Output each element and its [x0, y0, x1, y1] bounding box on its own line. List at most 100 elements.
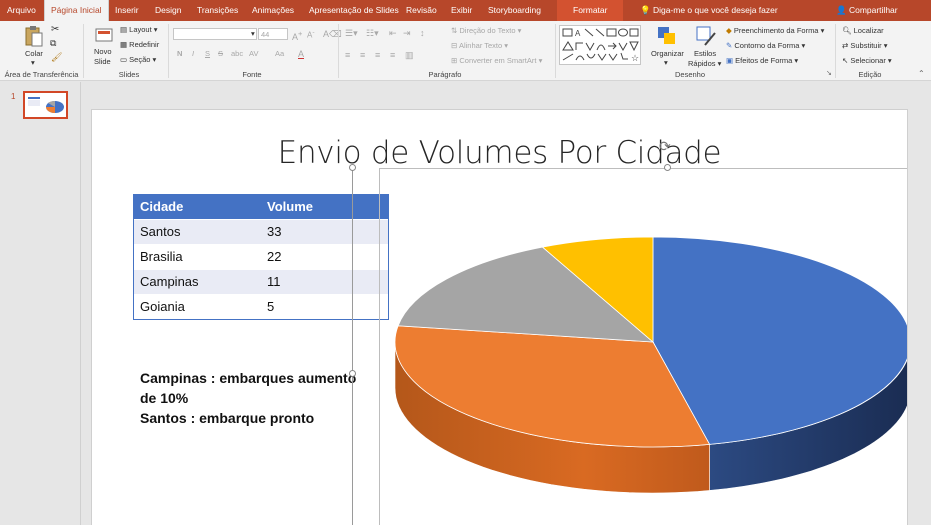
- slide-thumbnail-pane: [0, 82, 80, 525]
- shadow-button[interactable]: abc: [231, 49, 243, 58]
- font-name-input[interactable]: [173, 28, 257, 40]
- tab-inserir[interactable]: Inserir: [115, 0, 139, 21]
- layout-button[interactable]: ▤ Layout ▾: [120, 25, 158, 34]
- align-left-icon[interactable]: ≡: [345, 50, 350, 60]
- align-right-icon[interactable]: ≡: [375, 50, 380, 60]
- paste-button[interactable]: [24, 25, 44, 47]
- bullets-icon[interactable]: ☰▾: [345, 28, 358, 39]
- effects-icon: ▣: [726, 56, 736, 65]
- bold-button[interactable]: N: [177, 49, 182, 58]
- copy-icon[interactable]: ⧉: [50, 38, 56, 49]
- table-cell[interactable]: Brasilia: [134, 243, 261, 269]
- group-separator: [168, 24, 169, 78]
- table-header-row: Cidade Volume: [134, 195, 388, 219]
- slide-title[interactable]: Envio de Volumes Por Cidade: [92, 135, 907, 171]
- tab-exibir[interactable]: Exibir: [451, 0, 472, 21]
- table-header-cidade[interactable]: Cidade: [134, 195, 261, 219]
- reset-icon: ▦: [120, 40, 130, 49]
- reset-button[interactable]: ▦ Redefinir: [120, 40, 159, 49]
- notes-textbox[interactable]: Campinas : embarques aumento de 10% Sant…: [140, 368, 356, 428]
- table-cell[interactable]: 22: [261, 243, 388, 269]
- resize-handle[interactable]: [349, 164, 356, 171]
- shape-outline-button[interactable]: ✎ Contorno da Forma ▾: [726, 41, 805, 50]
- group-separator: [555, 24, 556, 78]
- rotate-handle-icon[interactable]: ⟳: [659, 138, 671, 155]
- line-spacing-icon[interactable]: ↕: [420, 28, 425, 38]
- chevron-down-icon[interactable]: ▾: [31, 58, 35, 67]
- align-text-icon: ⊟: [451, 41, 459, 50]
- table-cell[interactable]: Campinas: [134, 268, 261, 294]
- pane-divider[interactable]: [80, 82, 81, 525]
- numbering-icon[interactable]: ☷▾: [366, 28, 379, 39]
- justify-icon[interactable]: ≡: [390, 50, 395, 60]
- new-slide-button[interactable]: [94, 25, 114, 45]
- font-color-button[interactable]: A: [298, 49, 304, 59]
- tab-arquivo[interactable]: Arquivo: [7, 0, 36, 21]
- quick-styles-button[interactable]: [695, 25, 717, 47]
- change-case-button[interactable]: Aa: [275, 49, 284, 58]
- underline-button[interactable]: S: [205, 49, 210, 58]
- share-button[interactable]: 👤 Compartilhar: [836, 0, 898, 21]
- table-cell[interactable]: Santos: [134, 218, 261, 244]
- tab-pagina-inicial[interactable]: Página Inicial: [44, 0, 109, 21]
- quick-styles-icon: [696, 26, 716, 46]
- align-center-icon[interactable]: ≡: [360, 50, 365, 60]
- table-row: Campinas 11: [134, 268, 388, 294]
- slide-thumbnail[interactable]: [23, 91, 68, 119]
- table-cell[interactable]: Goiania: [134, 293, 261, 319]
- chevron-down-icon[interactable]: ▾: [251, 29, 255, 38]
- grow-font-icon[interactable]: A+: [292, 29, 302, 42]
- smartart-label: Converter em SmartArt: [459, 56, 537, 65]
- tab-transicoes[interactable]: Transições: [197, 0, 238, 21]
- select-button[interactable]: ↖ Selecionar ▾: [842, 56, 892, 65]
- arrange-button[interactable]: [656, 25, 678, 47]
- indent-decrease-icon[interactable]: ⇤: [389, 28, 397, 39]
- scissors-icon[interactable]: ✂: [51, 24, 59, 35]
- resize-handle[interactable]: [349, 370, 356, 377]
- tell-me-search[interactable]: 💡 Diga-me o que você deseja fazer: [640, 0, 778, 21]
- tab-revisao[interactable]: Revisão: [406, 0, 437, 21]
- section-button[interactable]: ▭ Seção ▾: [120, 55, 156, 64]
- group-font-label: Fonte: [242, 70, 262, 79]
- tab-formatar[interactable]: Formatar: [557, 0, 624, 21]
- find-button[interactable]: 🔍︎ Localizar: [842, 26, 884, 35]
- shape-fill-button[interactable]: ◆ Preenchimento da Forma ▾: [726, 26, 824, 35]
- shrink-font-icon[interactable]: A-: [307, 29, 315, 40]
- collapse-ribbon-icon[interactable]: ⌃: [918, 69, 925, 78]
- italic-button[interactable]: I: [192, 49, 194, 58]
- table-row: Brasilia 22: [134, 243, 388, 269]
- tab-design[interactable]: Design: [155, 0, 181, 21]
- tab-animacoes[interactable]: Animações: [252, 0, 294, 21]
- ribbon: Colar ▾ ✂ ⧉ 🖌 Área de Transferência Novo…: [0, 21, 931, 81]
- columns-icon[interactable]: ▥: [405, 50, 414, 61]
- pie-chart[interactable]: [379, 168, 907, 525]
- reset-label: Redefinir: [129, 40, 160, 49]
- indent-increase-icon[interactable]: ⇥: [403, 28, 411, 39]
- share-label: Compartilhar: [848, 5, 898, 15]
- text-direction-button[interactable]: ⇅ Direção do Texto ▾: [451, 26, 521, 35]
- char-spacing-button[interactable]: AV: [249, 49, 258, 58]
- dialog-launcher-icon[interactable]: ↘: [826, 69, 832, 77]
- align-text-button[interactable]: ⊟ Alinhar Texto ▾: [451, 41, 508, 50]
- shape-effects-button[interactable]: ▣ Efeitos de Forma ▾: [726, 56, 798, 65]
- data-table[interactable]: Cidade Volume Santos 33 Brasilia 22 Camp…: [133, 194, 389, 320]
- strikethrough-button[interactable]: S: [218, 49, 223, 58]
- format-painter-icon[interactable]: 🖌: [51, 52, 62, 63]
- table-cell[interactable]: 33: [261, 218, 388, 244]
- smartart-button[interactable]: ⊞ Converter em SmartArt ▾: [451, 56, 542, 65]
- thumbnail-preview: [28, 97, 64, 113]
- tab-storyboarding[interactable]: Storyboarding: [488, 0, 541, 21]
- text-direction-label: Direção do Texto: [459, 26, 516, 35]
- replace-button[interactable]: ⇄ Substituir ▾: [842, 41, 888, 50]
- group-separator: [83, 24, 84, 78]
- tab-apresentacao[interactable]: Apresentação de Slides: [309, 0, 399, 21]
- shapes-gallery[interactable]: A ☆: [559, 25, 641, 65]
- table-cell[interactable]: 11: [261, 268, 388, 294]
- group-editing-label: Edição: [858, 70, 882, 79]
- font-size-input[interactable]: 44: [258, 28, 288, 40]
- table-cell[interactable]: 5: [261, 293, 388, 319]
- note-line: Campinas : embarques aumento: [140, 370, 357, 386]
- table-header-volume[interactable]: Volume: [261, 195, 388, 219]
- slide-canvas[interactable]: Envio de Volumes Por Cidade Cidade Volum…: [92, 110, 907, 525]
- chevron-down-icon[interactable]: ▾: [664, 58, 668, 67]
